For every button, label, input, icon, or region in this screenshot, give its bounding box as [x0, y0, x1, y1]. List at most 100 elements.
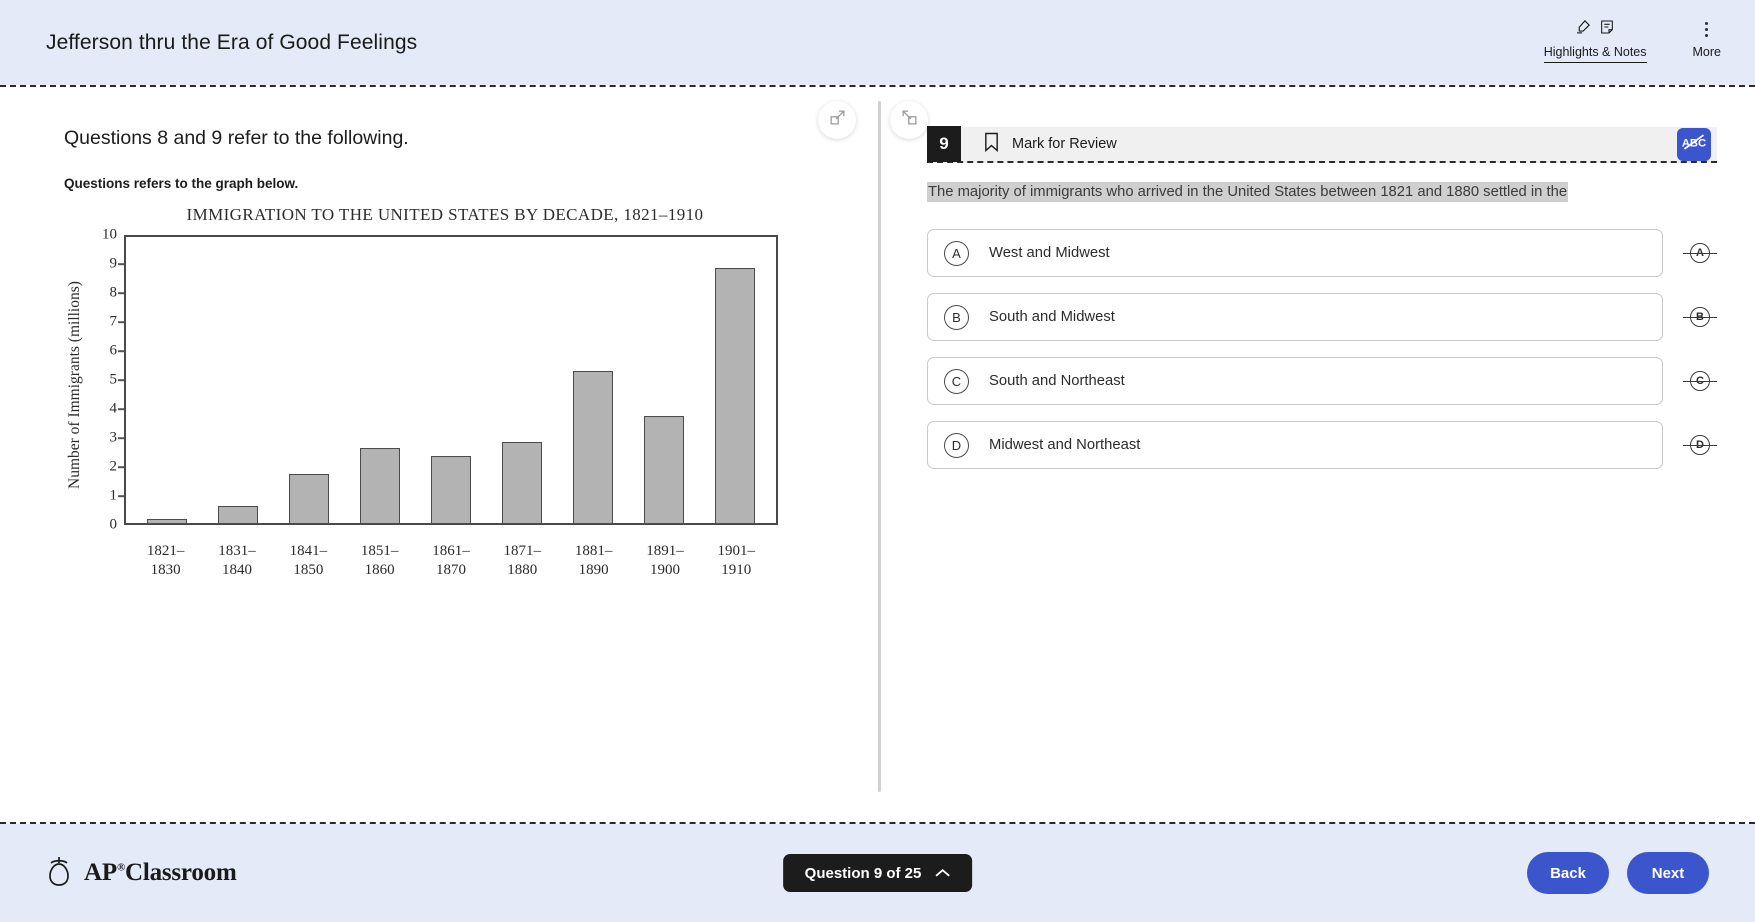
- app-header: Jefferson thru the Era of Good Feelings: [0, 0, 1755, 85]
- chart-bar: [572, 370, 613, 523]
- chart-bar: [147, 518, 188, 523]
- brand-classroom: Classroom: [124, 859, 237, 886]
- chart-bar-slot: [274, 237, 345, 523]
- mark-for-review-button[interactable]: Mark for Review: [983, 132, 1117, 157]
- chart-bar-slot: [557, 237, 628, 523]
- answer-choice-text: South and Northeast: [989, 373, 1125, 389]
- navigation-buttons: Back Next: [1527, 852, 1709, 894]
- bookmark-icon: [983, 132, 1000, 157]
- question-navigator-button[interactable]: Question 9 of 25: [782, 854, 973, 892]
- chart-y-tick-label: 8: [109, 284, 118, 301]
- chart-bar: [360, 447, 401, 523]
- chart-y-tick-label: 5: [109, 371, 118, 388]
- expand-right-icon: [829, 109, 846, 131]
- chart-bar: [643, 415, 684, 523]
- question-navigator-label: Question 9 of 25: [804, 864, 922, 882]
- highlights-tool-icons: [1575, 18, 1615, 40]
- highlights-and-notes-button[interactable]: Highlights & Notes: [1543, 18, 1647, 63]
- chart-y-tick-label: 2: [109, 458, 118, 475]
- answer-choice-b[interactable]: B South and Midwest: [927, 293, 1663, 341]
- chart-bar-slot: [699, 237, 770, 523]
- brand-label: AP®Classroom: [84, 859, 237, 887]
- chart-bars: [126, 237, 776, 523]
- more-button[interactable]: More: [1693, 18, 1721, 59]
- chart-x-tick-label: 1841– 1850: [289, 543, 328, 578]
- chart-y-tick-label: 7: [109, 313, 118, 330]
- expand-question-panel-button[interactable]: [890, 101, 928, 139]
- chart-y-tick-label: 1: [109, 487, 118, 504]
- abc-strikethrough-icon: ABC: [1681, 131, 1707, 158]
- chart-x-tick-label: 1861– 1870: [432, 543, 470, 578]
- chart-plot-area: Number of Immigrants (millions) 0 1 2 3 4 5 6 7…: [66, 227, 778, 535]
- mark-for-review-label: Mark for Review: [1012, 136, 1117, 152]
- chart-x-axis-labels: 1821– 1830 1831– 1840 1841– 1850 1851– 1860 1861…: [124, 535, 778, 580]
- answer-choice-text: South and Midwest: [989, 309, 1115, 325]
- strikethrough-line-icon: [1683, 381, 1717, 383]
- brand-ap: AP: [84, 859, 117, 886]
- answer-choices: A West and Midwest A B South and Midwest B C So…: [927, 229, 1717, 469]
- strikethrough-line-icon: [1683, 317, 1717, 319]
- expand-left-icon: [901, 109, 918, 131]
- chart-bar-slot: [345, 237, 416, 523]
- answer-choice-row: C South and Northeast C: [927, 357, 1717, 405]
- chart-x-tick-label: 1851– 1860: [360, 543, 399, 578]
- chart-y-tick-label: 0: [109, 516, 118, 533]
- strikethrough-line-icon: [1683, 445, 1717, 447]
- highlights-and-notes-label: Highlights & Notes: [1543, 45, 1647, 63]
- back-button[interactable]: Back: [1527, 852, 1609, 894]
- eliminate-choice-d-button[interactable]: D: [1683, 432, 1717, 458]
- immigration-bar-chart: IMMIGRATION TO THE UNITED STATES BY DECA…: [66, 205, 778, 580]
- question-stem: The majority of immigrants who arrived i…: [927, 182, 1717, 203]
- chart-plot-frame: [124, 235, 778, 525]
- stimulus-panel: Questions 8 and 9 refer to the following…: [0, 87, 878, 822]
- eliminate-choice-b-button[interactable]: B: [1683, 304, 1717, 330]
- chart-x-tick-label: 1891– 1900: [646, 543, 684, 578]
- chart-y-tick-label: 6: [109, 342, 118, 359]
- chart-y-axis-label: Number of Immigrants (millions): [66, 281, 83, 489]
- assessment-page: Jefferson thru the Era of Good Feelings: [0, 0, 1755, 922]
- answer-choice-a[interactable]: A West and Midwest: [927, 229, 1663, 277]
- more-label: More: [1692, 45, 1721, 59]
- spellcheck-toggle-button[interactable]: ABC: [1677, 128, 1711, 161]
- answer-choice-row: B South and Midwest B: [927, 293, 1717, 341]
- chart-y-tick-label: 4: [109, 400, 118, 417]
- note-icon: [1599, 19, 1615, 40]
- answer-choice-d[interactable]: D Midwest and Northeast: [927, 421, 1663, 469]
- eliminate-choice-c-button[interactable]: C: [1683, 368, 1717, 394]
- chart-bar-slot: [416, 237, 487, 523]
- chart-bar-slot: [628, 237, 699, 523]
- ap-classroom-logo: AP®Classroom: [46, 855, 237, 892]
- page-title: Jefferson thru the Era of Good Feelings: [46, 30, 418, 54]
- chart-bar: [714, 267, 755, 523]
- answer-choice-text: Midwest and Northeast: [989, 437, 1141, 453]
- app-footer: AP®Classroom Question 9 of 25 Back Next: [0, 824, 1755, 922]
- stimulus-instruction: Questions 8 and 9 refer to the following…: [64, 127, 409, 149]
- content-area: Questions 8 and 9 refer to the following…: [0, 87, 1755, 822]
- chart-bar: [218, 505, 259, 523]
- question-number-badge: 9: [927, 126, 961, 162]
- eliminate-choice-a-button[interactable]: A: [1683, 240, 1717, 266]
- chart-bar-slot: [203, 237, 274, 523]
- stimulus-subinstruction: Questions refers to the graph below.: [64, 176, 299, 191]
- chart-title: IMMIGRATION TO THE UNITED STATES BY DECA…: [186, 205, 704, 224]
- answer-choice-letter: B: [944, 304, 969, 330]
- chart-bar: [501, 441, 542, 523]
- chart-y-tick-label: 3: [109, 429, 118, 446]
- chevron-up-icon: [935, 865, 951, 882]
- highlighter-pen-icon: [1575, 18, 1592, 40]
- chart-y-axis-ticks: 0 1 2 3 4 5 6 7 8 9 10: [94, 227, 125, 533]
- more-vertical-icon: [1705, 18, 1709, 40]
- question-panel: 9 Mark for Review ABC The majority of im…: [881, 87, 1755, 822]
- chart-bar-slot: [132, 237, 203, 523]
- chart-x-tick-label: 1831– 1840: [218, 543, 256, 578]
- brand-registered-mark: ®: [116, 861, 125, 874]
- expand-stimulus-panel-button[interactable]: [818, 101, 856, 139]
- answer-choice-letter: D: [944, 432, 969, 458]
- chart-bar: [431, 456, 471, 523]
- chart-x-tick-label: 1901– 1910: [717, 543, 756, 578]
- next-button[interactable]: Next: [1627, 852, 1709, 894]
- chart-bar: [289, 473, 330, 523]
- chart-y-tick-label: 10: [102, 226, 117, 243]
- answer-choice-c[interactable]: C South and Northeast: [927, 357, 1663, 405]
- answer-choice-letter: A: [944, 240, 969, 266]
